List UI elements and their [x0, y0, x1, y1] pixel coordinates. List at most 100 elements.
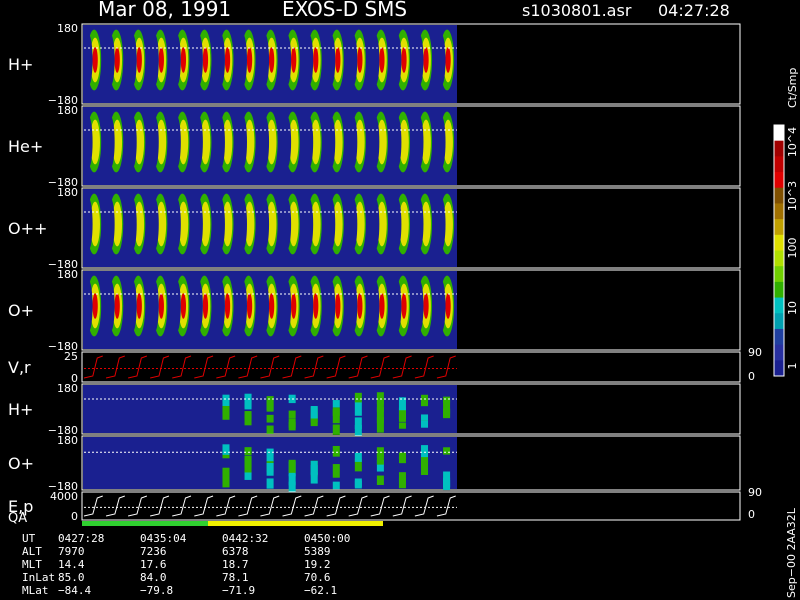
heatmap-cell — [379, 47, 385, 73]
heatmap-cell — [283, 34, 292, 86]
footer-cell: −71.9 — [222, 584, 255, 597]
heatmap-cell — [354, 478, 362, 489]
panel-ytick-top: 180 — [57, 268, 78, 281]
heatmap-cell — [305, 280, 314, 332]
heatmap-cell — [128, 198, 137, 250]
heatmap-cell — [349, 198, 358, 250]
heatmap-cell — [217, 198, 225, 250]
heatmap-cell — [379, 293, 385, 319]
heatmap-cell — [371, 116, 380, 168]
heatmap-cell — [354, 417, 362, 429]
footer-cell: 0427:28 — [58, 532, 104, 545]
heatmap-cell — [349, 280, 358, 332]
heatmap-cell — [332, 424, 340, 435]
heatmap-cell — [291, 47, 297, 73]
heatmap-cell — [150, 198, 159, 250]
footer-cell: 7236 — [140, 545, 167, 558]
heatmap-cell — [217, 34, 225, 86]
panel-rtick-top: 90 — [748, 346, 762, 359]
heatmap-cell — [349, 34, 358, 86]
heatmap-cell — [244, 447, 252, 456]
heatmap-cell — [92, 47, 98, 73]
heatmap-cell — [291, 293, 297, 319]
heatmap-cell — [398, 452, 406, 459]
panel-label: H+ — [8, 400, 33, 419]
colorbar-swatch — [774, 266, 784, 283]
colorbar-swatch — [774, 219, 784, 236]
heatmap-cell — [266, 425, 274, 434]
footer-cell: 7970 — [58, 545, 85, 558]
heatmap-cell — [172, 34, 181, 86]
header-time: 04:27:28 — [658, 1, 730, 20]
footer-cell: 70.6 — [304, 571, 331, 584]
heatmap-cell — [398, 478, 406, 489]
heatmap-cell — [266, 414, 274, 423]
heatmap-cell — [327, 34, 336, 86]
heatmap-cell — [268, 293, 275, 319]
heatmap-cell — [437, 280, 446, 332]
heatmap-cell — [415, 198, 424, 250]
panel-ytick-top: 4000 — [50, 490, 78, 503]
heatmap-cell — [327, 116, 336, 168]
heatmap-cell — [224, 293, 231, 319]
heatmap-cell — [172, 198, 181, 250]
footer-cell: 0442:32 — [222, 532, 268, 545]
heatmap-cell — [239, 34, 248, 86]
heatmap-cell — [393, 198, 402, 250]
heatmap-cell — [283, 116, 292, 168]
heatmap-cell — [217, 116, 225, 168]
footer-cell: 6378 — [222, 545, 249, 558]
heatmap-cell — [261, 280, 270, 332]
heatmap-cell — [172, 116, 181, 168]
heatmap-cell — [421, 394, 429, 407]
heatmap-cell — [310, 460, 318, 475]
colorbar-swatch — [774, 297, 784, 314]
heatmap-cell — [376, 453, 384, 465]
colorbar-unit: Ct/Smp — [786, 68, 799, 108]
heatmap-cell — [194, 116, 203, 168]
heatmap-cell — [261, 116, 270, 168]
colorbar-label: 1 — [786, 363, 799, 370]
colorbar-swatch — [774, 125, 784, 142]
heatmap-cell — [288, 410, 296, 419]
heatmap-cell — [443, 447, 451, 455]
heatmap-cell — [158, 293, 164, 319]
footer-row-label: ALT — [22, 545, 42, 558]
heatmap-cell — [202, 47, 209, 73]
colorbar-label: 10^4 — [786, 127, 799, 157]
heatmap-cell — [423, 47, 429, 73]
heatmap-cell — [332, 464, 340, 471]
footer-cell: 19.2 — [304, 558, 331, 571]
heatmap-cell — [136, 293, 142, 319]
heatmap-cell — [246, 47, 253, 73]
heatmap-cell — [421, 420, 429, 428]
heatmap-cell — [335, 293, 341, 319]
heatmap-cell — [357, 293, 363, 319]
colorbar-swatch — [774, 281, 784, 299]
heatmap-cell — [393, 34, 402, 86]
footer-cell: 17.6 — [140, 558, 167, 571]
heatmap-cell — [327, 198, 336, 250]
panel-ytick-top: 180 — [57, 22, 78, 35]
heatmap-cell — [332, 407, 340, 416]
heatmap-cell — [244, 393, 252, 410]
heatmap-cell — [222, 472, 230, 488]
heatmap-cell — [305, 198, 314, 250]
footer-cell: −84.4 — [58, 584, 91, 597]
footer-cell: 14.4 — [58, 558, 85, 571]
heatmap-cell — [376, 475, 384, 485]
colorbar-swatch — [774, 313, 784, 330]
heatmap-cell — [222, 444, 230, 455]
panel-ytick-top: 180 — [57, 104, 78, 117]
spectrogram-figure: Mar 08, 1991 EXOS-D SMS s1030801.asr 04:… — [8, 0, 799, 598]
heatmap-cell — [158, 47, 164, 73]
heatmap-cell — [106, 198, 115, 250]
heatmap-cell — [84, 34, 93, 86]
heatmap-cell — [357, 47, 363, 73]
footer-cell: 5389 — [304, 545, 331, 558]
panel-label: O++ — [8, 219, 47, 238]
colorbar-label: 10^3 — [786, 181, 799, 211]
heatmap-cell — [415, 116, 424, 168]
side-label: Sep−00 2AA32L — [785, 507, 798, 598]
heatmap-cell — [423, 293, 429, 319]
